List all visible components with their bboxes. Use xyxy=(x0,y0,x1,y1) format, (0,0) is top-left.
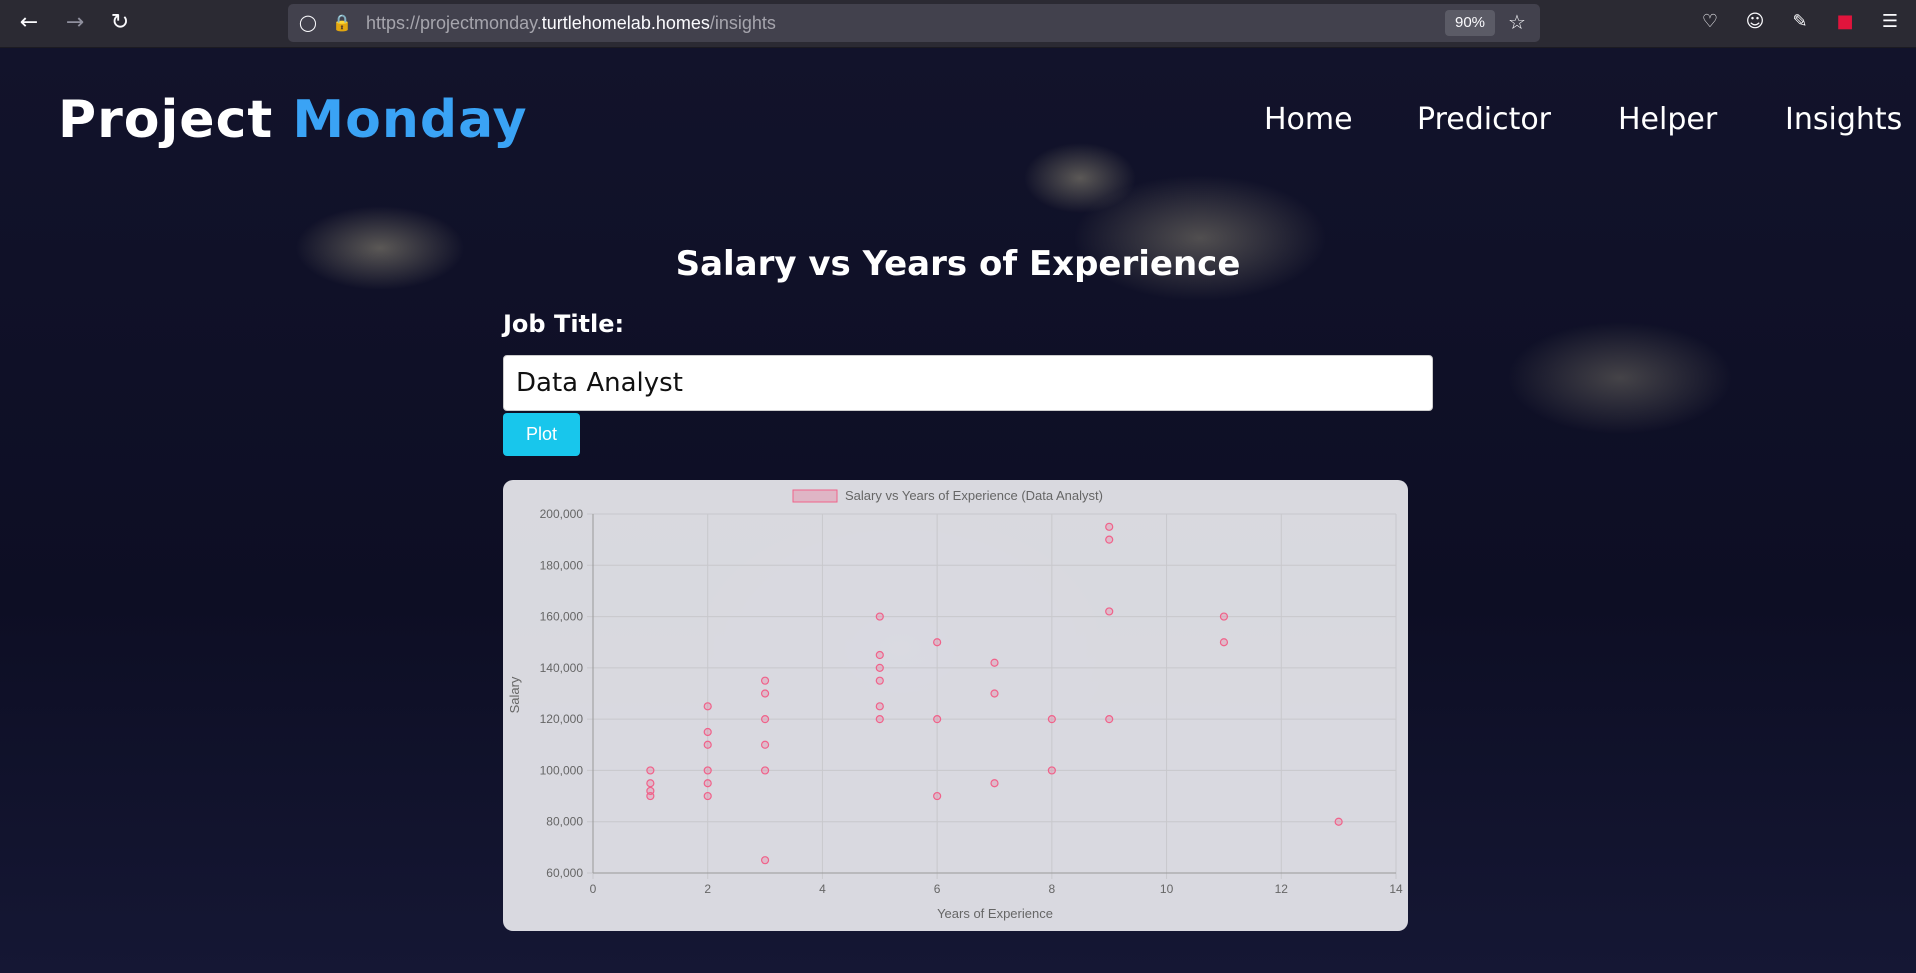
x-tick-label: 10 xyxy=(1160,882,1174,896)
data-point xyxy=(933,791,942,801)
data-point xyxy=(760,715,770,724)
data-point xyxy=(1334,817,1343,826)
data-point xyxy=(646,791,655,801)
data-point xyxy=(990,658,999,667)
data-point xyxy=(875,676,884,685)
data-point xyxy=(760,856,770,865)
data-point xyxy=(703,727,712,737)
job-title-input[interactable]: Data Analyst xyxy=(503,355,1433,411)
shield-icon[interactable]: ◯ xyxy=(298,13,318,33)
forward-arrow-icon[interactable]: → xyxy=(60,8,90,38)
data-point xyxy=(703,702,712,711)
data-point xyxy=(933,715,942,724)
data-point xyxy=(703,779,712,788)
data-point xyxy=(646,766,655,775)
url-path: /insights xyxy=(709,13,776,33)
data-point xyxy=(875,715,884,724)
data-point xyxy=(1105,522,1114,531)
y-tick-label: 200,000 xyxy=(540,507,584,521)
y-tick-label: 60,000 xyxy=(546,866,583,880)
y-tick-label: 180,000 xyxy=(540,558,584,572)
y-tick-label: 80,000 xyxy=(546,815,583,829)
data-point xyxy=(875,612,884,621)
url-prefix: https://projectmonday. xyxy=(366,13,542,33)
data-point xyxy=(760,766,770,775)
y-tick-label: 160,000 xyxy=(540,610,584,624)
url-host: turtlehomelab.homes xyxy=(541,13,710,33)
x-axis-label: Years of Experience xyxy=(937,906,1053,921)
x-tick-label: 8 xyxy=(1049,882,1056,896)
job-title-label: Job Title: xyxy=(503,310,625,338)
legend-swatch[interactable] xyxy=(792,489,838,503)
data-point xyxy=(1219,612,1229,621)
y-axis-label: Salary xyxy=(507,676,522,713)
ublock-icon[interactable]: ■ xyxy=(1833,10,1857,34)
chart-grid xyxy=(587,513,1397,879)
lock-icon: 🔒 xyxy=(332,13,352,32)
brand-logo[interactable]: Project Monday xyxy=(58,90,527,150)
back-arrow-icon[interactable]: ← xyxy=(14,8,44,38)
x-tick-label: 0 xyxy=(590,882,597,896)
menu-icon[interactable]: ☰ xyxy=(1878,10,1902,34)
data-point xyxy=(933,638,942,647)
data-point xyxy=(703,791,712,801)
browser-toolbar: ← → ↻ ◯ 🔒 https://projectmonday.turtleho… xyxy=(0,0,1916,48)
data-point xyxy=(875,663,884,672)
data-point xyxy=(703,740,712,749)
page-title: Salary vs Years of Experience xyxy=(675,244,1241,284)
data-point xyxy=(703,766,712,775)
data-point xyxy=(1047,715,1056,724)
url-text[interactable]: https://projectmonday.turtlehomelab.home… xyxy=(366,13,776,34)
reload-icon[interactable]: ↻ xyxy=(105,8,135,38)
legend-label[interactable]: Salary vs Years of Experience (Data Anal… xyxy=(845,488,1103,503)
x-tick-label: 14 xyxy=(1389,882,1403,896)
y-tick-label: 120,000 xyxy=(540,712,584,726)
nav-predictor[interactable]: Predictor xyxy=(1417,102,1551,137)
zoom-indicator[interactable]: 90% xyxy=(1445,10,1495,36)
nav-helper[interactable]: Helper xyxy=(1618,102,1717,137)
page-background: Project Monday Home Predictor Helper Ins… xyxy=(0,48,1916,973)
data-point xyxy=(1105,535,1114,544)
scatter-chart: 0 2 4 6 8 10 12 14 60,000 80,000 100,000 120,000 140… xyxy=(507,488,1403,921)
data-point xyxy=(1105,715,1114,724)
data-point xyxy=(990,779,999,788)
address-bar[interactable]: ◯ 🔒 https://projectmonday.turtlehomelab.… xyxy=(288,4,1540,42)
bookmark-star-icon[interactable]: ☆ xyxy=(1507,12,1527,32)
data-point xyxy=(875,702,884,711)
y-tick-label: 100,000 xyxy=(540,763,584,777)
data-point xyxy=(990,689,999,698)
chart-points xyxy=(646,522,1343,865)
data-point xyxy=(760,676,770,685)
y-tick-label: 140,000 xyxy=(540,661,584,675)
chart-card: 0 2 4 6 8 10 12 14 60,000 80,000 100,000 120,000 140… xyxy=(503,480,1408,931)
data-point xyxy=(760,740,770,749)
x-tick-label: 12 xyxy=(1275,882,1289,896)
brand-part2: Monday xyxy=(292,90,528,150)
plot-button[interactable]: Plot xyxy=(503,413,580,456)
data-point xyxy=(646,779,655,788)
data-point xyxy=(1219,638,1229,647)
data-point xyxy=(760,689,770,698)
pocket-icon[interactable]: ♡ xyxy=(1698,10,1722,34)
x-tick-label: 4 xyxy=(819,882,826,896)
x-tick-label: 2 xyxy=(704,882,711,896)
data-point xyxy=(1105,607,1114,616)
nav-insights[interactable]: Insights xyxy=(1785,102,1902,137)
brand-part1: Project xyxy=(58,90,274,150)
account-icon[interactable]: ☺ xyxy=(1743,10,1767,34)
nav-home[interactable]: Home xyxy=(1264,102,1353,137)
x-tick-label: 6 xyxy=(934,882,941,896)
extensions-icon[interactable]: ✎ xyxy=(1788,10,1812,34)
data-point xyxy=(875,650,884,660)
data-point xyxy=(1047,766,1056,775)
